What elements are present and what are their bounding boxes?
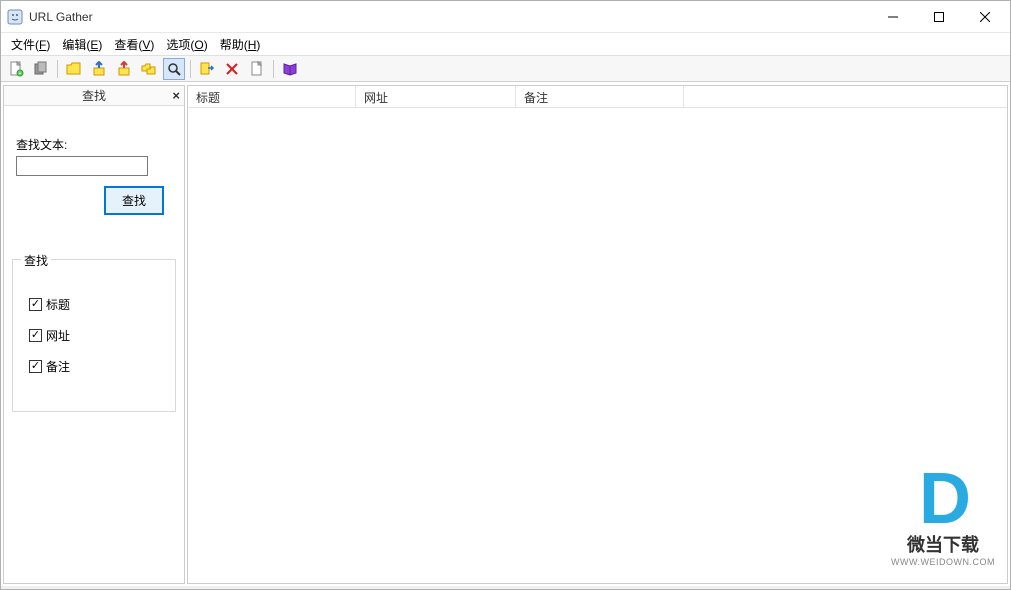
folder-yellow-icon[interactable] <box>63 58 85 80</box>
search-panel: 查找 × 查找文本: 查找 查找 ✓ 标题 ✓ 网址 ✓ 备注 <box>3 85 185 584</box>
window-controls <box>870 1 1008 32</box>
find-magnifier-icon[interactable] <box>163 58 185 80</box>
search-input[interactable] <box>16 156 148 176</box>
check-title[interactable]: ✓ 标题 <box>29 296 159 313</box>
checkbox-icon: ✓ <box>29 298 42 311</box>
watermark-text: 微当下载 <box>891 531 995 557</box>
watermark-url: WWW.WEIDOWN.COM <box>891 557 995 567</box>
watermark-logo-icon: D <box>891 463 995 535</box>
menu-file[interactable]: 文件(F) <box>5 34 56 55</box>
folders-icon[interactable] <box>138 58 160 80</box>
url-list: 标题 网址 备注 D 微当下载 WWW.WEIDOWN.COM <box>187 85 1008 584</box>
menu-help[interactable]: 帮助(H) <box>214 34 267 55</box>
menu-view[interactable]: 查看(V) <box>108 34 160 55</box>
app-icon <box>7 9 23 25</box>
extract-blue-icon[interactable] <box>88 58 110 80</box>
content-area: 查找 × 查找文本: 查找 查找 ✓ 标题 ✓ 网址 ✓ 备注 标题 <box>1 82 1010 586</box>
panel-title: 查找 <box>82 87 106 104</box>
close-button[interactable] <box>962 1 1008 32</box>
toolbar-separator <box>190 60 191 78</box>
column-remark[interactable]: 备注 <box>516 86 684 107</box>
check-url[interactable]: ✓ 网址 <box>29 327 159 344</box>
maximize-button[interactable] <box>916 1 962 32</box>
column-title[interactable]: 标题 <box>188 86 356 107</box>
page-icon[interactable] <box>246 58 268 80</box>
copy-icon[interactable] <box>30 58 52 80</box>
panel-close-icon[interactable]: × <box>172 88 180 103</box>
panel-body: 查找文本: 查找 <box>4 106 184 229</box>
svg-text:+: + <box>19 71 22 77</box>
titlebar: URL Gather <box>1 1 1010 33</box>
export-icon[interactable] <box>196 58 218 80</box>
check-label: 网址 <box>46 327 70 344</box>
menu-options[interactable]: 选项(O) <box>160 34 213 55</box>
checkbox-icon: ✓ <box>29 360 42 373</box>
check-label: 备注 <box>46 358 70 375</box>
window-title: URL Gather <box>29 10 870 24</box>
book-icon[interactable] <box>279 58 301 80</box>
toolbar-separator <box>273 60 274 78</box>
group-legend: 查找 <box>21 252 51 269</box>
check-remark[interactable]: ✓ 备注 <box>29 358 159 375</box>
search-options-group: 查找 ✓ 标题 ✓ 网址 ✓ 备注 <box>12 259 176 412</box>
list-header: 标题 网址 备注 <box>188 86 1007 108</box>
status-bar <box>1 586 1010 589</box>
search-button[interactable]: 查找 <box>104 186 164 215</box>
search-text-label: 查找文本: <box>16 136 172 153</box>
column-url[interactable]: 网址 <box>356 86 516 107</box>
new-doc-icon[interactable]: + <box>5 58 27 80</box>
menubar: 文件(F) 编辑(E) 查看(V) 选项(O) 帮助(H) <box>1 33 1010 56</box>
toolbar: + <box>1 56 1010 82</box>
toolbar-separator <box>57 60 58 78</box>
minimize-button[interactable] <box>870 1 916 32</box>
watermark: D 微当下载 WWW.WEIDOWN.COM <box>891 463 995 567</box>
panel-header: 查找 × <box>4 86 184 106</box>
checkbox-icon: ✓ <box>29 329 42 342</box>
menu-edit[interactable]: 编辑(E) <box>56 34 108 55</box>
extract-red-icon[interactable] <box>113 58 135 80</box>
delete-x-icon[interactable] <box>221 58 243 80</box>
check-label: 标题 <box>46 296 70 313</box>
